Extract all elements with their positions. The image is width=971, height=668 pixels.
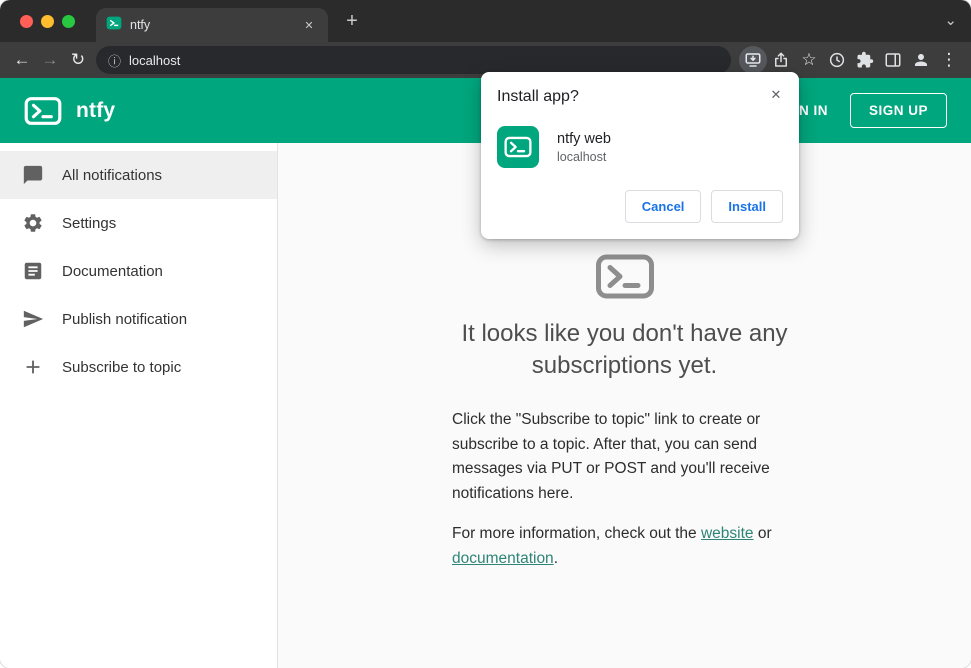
install-app-button[interactable]	[739, 46, 767, 74]
sidebar-item-label: Publish notification	[62, 310, 188, 328]
sign-up-button[interactable]: SIGN UP	[849, 93, 947, 128]
install-app-origin: localhost	[557, 149, 607, 164]
sidebar-item-publish-notification[interactable]: Publish notification	[0, 295, 277, 343]
maximize-window-button[interactable]	[62, 15, 75, 28]
ntfy-empty-state-logo-icon	[595, 253, 655, 300]
more-info-suffix: .	[553, 549, 558, 567]
empty-state-instructions: Click the "Subscribe to topic" link to c…	[452, 410, 770, 503]
ntfy-app-icon	[497, 126, 539, 168]
sidebar-item-label: Documentation	[62, 262, 163, 280]
chat-bubble-icon	[23, 165, 43, 185]
more-info-conjunction: or	[757, 525, 772, 542]
forward-button[interactable]: →	[36, 46, 64, 74]
send-icon	[23, 310, 44, 328]
document-icon	[24, 262, 42, 280]
tab-search-chevron-icon[interactable]: ⌄	[944, 11, 957, 29]
install-dialog-app-row: ntfy web localhost	[497, 126, 783, 168]
install-app-name: ntfy web	[557, 130, 611, 147]
profile-avatar[interactable]	[907, 46, 935, 74]
install-dialog-title: Install app?	[497, 88, 579, 105]
traffic-lights	[20, 15, 75, 28]
sidebar: All notifications Settings Documentation…	[0, 143, 278, 668]
cancel-button[interactable]: Cancel	[624, 190, 702, 223]
site-info-icon[interactable]: ⓘ	[108, 51, 121, 70]
sidebar-item-documentation[interactable]: Documentation	[0, 247, 277, 295]
sidebar-item-label: Settings	[62, 214, 117, 232]
minimize-window-button[interactable]	[41, 15, 54, 28]
install-icon	[745, 53, 761, 67]
plus-icon	[26, 360, 40, 374]
sidebar-item-settings[interactable]: Settings	[0, 199, 277, 247]
install-dialog-actions: Cancel Install	[497, 190, 783, 223]
back-button[interactable]: ←	[8, 46, 36, 74]
bookmark-star-button[interactable]: ☆	[795, 46, 823, 74]
empty-state-more-info: For more information, check out the webs…	[452, 522, 797, 572]
install-button[interactable]: Install	[711, 190, 783, 223]
sidebar-item-label: Subscribe to topic	[62, 358, 182, 376]
sidebar-item-label: All notifications	[62, 166, 163, 184]
tab-favicon-ntfy-icon	[106, 15, 122, 36]
sidebar-item-all-notifications[interactable]: All notifications	[0, 151, 277, 199]
close-window-button[interactable]	[20, 15, 33, 28]
gear-icon	[24, 214, 42, 232]
address-url: localhost	[129, 52, 181, 68]
sidebar-item-subscribe-to-topic[interactable]: Subscribe to topic	[0, 343, 277, 391]
tab-title: ntfy	[130, 18, 151, 32]
extensions-puzzle-icon[interactable]	[851, 46, 879, 74]
install-dialog-app-info: ntfy web localhost	[557, 131, 611, 164]
extension-icon-1[interactable]	[823, 46, 851, 74]
ntfy-logo-icon	[24, 96, 62, 126]
browser-tab-ntfy[interactable]: ntfy ✕	[96, 8, 328, 42]
reload-button[interactable]: ↻	[64, 46, 92, 74]
install-app-dialog: Install app? ✕ ntfy web localhost Cancel…	[481, 72, 799, 239]
address-bar[interactable]: ⓘ localhost	[96, 46, 731, 74]
browser-window: ntfy ✕ + ⌄ ← → ↻ ⓘ localhost ☆ ⋮ ntfy SI…	[0, 0, 971, 668]
share-button[interactable]	[767, 46, 795, 74]
website-link[interactable]: website	[701, 525, 754, 542]
browser-menu-kebab[interactable]: ⋮	[935, 46, 963, 74]
tab-strip: ntfy ✕ + ⌄	[0, 0, 971, 42]
side-panel-button[interactable]	[879, 46, 907, 74]
app-title[interactable]: ntfy	[76, 99, 115, 123]
share-icon	[775, 52, 787, 67]
documentation-link[interactable]: documentation	[452, 550, 554, 567]
empty-state-heading: It looks like you don't have any subscri…	[461, 320, 788, 379]
more-info-prefix: For more information, check out the	[452, 525, 697, 542]
tab-close-icon[interactable]: ✕	[300, 16, 318, 34]
new-tab-button[interactable]: +	[338, 7, 366, 35]
dialog-close-icon[interactable]: ✕	[765, 84, 787, 106]
